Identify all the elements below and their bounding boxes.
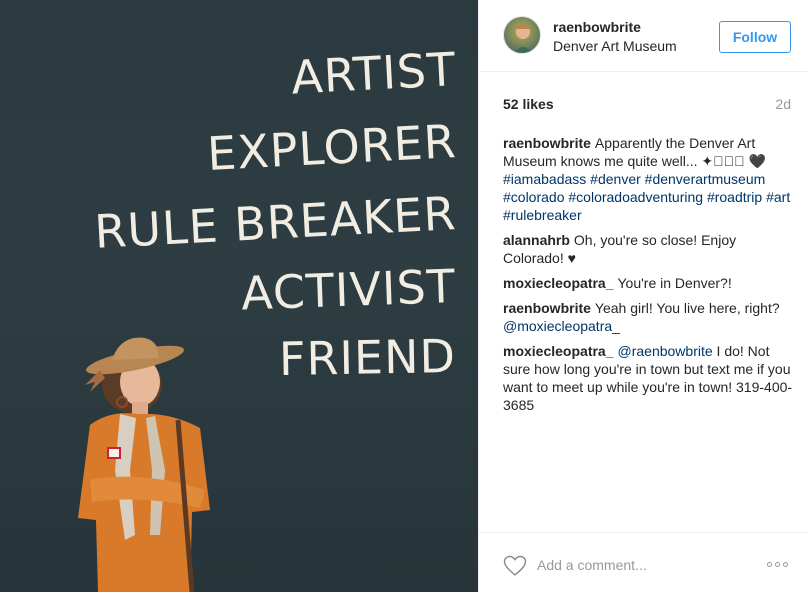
hashtag[interactable]: #rulebreaker	[503, 207, 582, 223]
person-figure	[78, 337, 210, 592]
comment-item: raenbowbrite Yeah girl! You live here, ri…	[503, 299, 793, 335]
more-options-icon[interactable]	[767, 559, 791, 569]
post-location[interactable]: Denver Art Museum	[553, 38, 677, 54]
likes-count[interactable]: 52 likes	[503, 96, 554, 112]
comment-item: moxiecleopatra_ You're in Denver?!	[503, 274, 793, 292]
hashtag[interactable]: #colorado	[503, 189, 565, 205]
dot-icon	[767, 561, 772, 567]
post-username[interactable]: raenbowbrite	[553, 19, 641, 35]
post-timestamp[interactable]: 2d	[775, 96, 791, 112]
comment-text: Yeah girl! You live here, right?	[594, 300, 780, 316]
dot-icon	[783, 561, 788, 567]
add-comment-input[interactable]	[537, 553, 737, 577]
follow-button[interactable]: Follow	[719, 21, 791, 53]
comment-footer	[479, 532, 807, 592]
wall-text-line: ACTIVIST	[240, 259, 457, 321]
comment-username[interactable]: moxiecleopatra_	[503, 343, 614, 359]
avatar-image	[513, 24, 533, 53]
hashtag[interactable]: #coloradoadventuring	[568, 189, 703, 205]
post-details-panel: raenbowbrite Denver Art Museum Follow 52…	[478, 0, 807, 592]
dot-icon	[775, 561, 780, 567]
post-header: raenbowbrite Denver Art Museum Follow	[479, 0, 807, 72]
wall-text-line: ARTIST	[289, 42, 458, 105]
wall-text-line: RULE BREAKER	[92, 186, 458, 259]
comment-mention[interactable]: @moxiecleopatra_	[503, 318, 620, 334]
heart-outline-icon[interactable]	[503, 555, 527, 577]
comment-item: alannahrb Oh, you're so close! Enjoy Colo…	[503, 231, 793, 267]
comment-username[interactable]: moxiecleopatra_	[503, 275, 614, 291]
comment-text: You're in Denver?!	[617, 275, 732, 291]
hashtag[interactable]: #denver	[590, 171, 641, 187]
hashtag[interactable]: #denverartmuseum	[645, 171, 766, 187]
hashtag[interactable]: #roadtrip	[707, 189, 762, 205]
post-photo[interactable]: ARTIST EXPLORER RULE BREAKER ACTIVIST FR…	[0, 0, 478, 592]
comment-username[interactable]: raenbowbrite	[503, 135, 591, 151]
comment-mention[interactable]: @raenbowbrite	[618, 343, 713, 359]
post-stats: 52 likes 2d	[503, 96, 791, 116]
hashtag[interactable]: #iamabadass	[503, 171, 586, 187]
wall-text-line: EXPLORER	[205, 114, 458, 182]
hashtag[interactable]: #art	[766, 189, 790, 205]
comment-item: moxiecleopatra_ @raenbowbrite I do! Not s…	[503, 342, 793, 414]
caption: raenbowbrite Apparently the Denver Art Mu…	[503, 134, 793, 224]
comments-list: raenbowbrite Apparently the Denver Art Mu…	[503, 134, 793, 421]
wall-text-line: FRIEND	[278, 329, 457, 387]
avatar[interactable]	[503, 16, 541, 54]
comment-username[interactable]: raenbowbrite	[503, 300, 591, 316]
comment-username[interactable]: alannahrb	[503, 232, 570, 248]
